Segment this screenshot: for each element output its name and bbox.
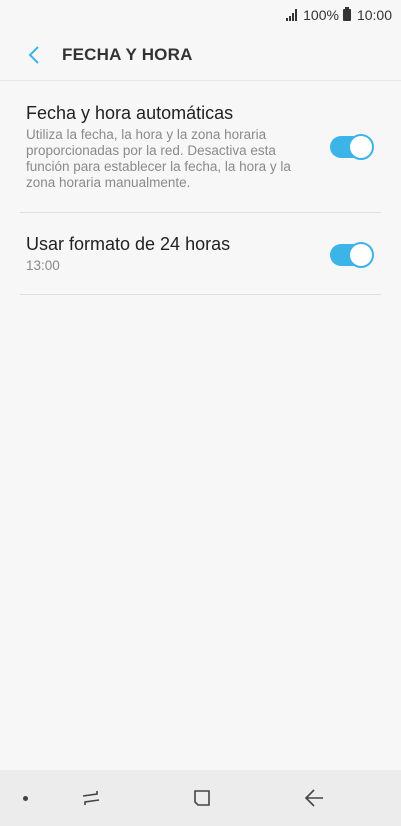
setting-title: Fecha y hora automáticas <box>26 102 234 123</box>
back-nav-button[interactable] <box>294 778 334 818</box>
setting-24-hour-format[interactable]: Usar formato de 24 horas 13:00 <box>20 213 381 295</box>
toggle-knob <box>348 242 374 268</box>
battery-icon <box>342 7 351 21</box>
back-button[interactable] <box>14 35 54 75</box>
dot-icon <box>23 796 28 801</box>
setting-title: Usar formato de 24 horas <box>26 233 231 254</box>
24-hour-format-toggle[interactable] <box>330 242 374 268</box>
toggle-knob <box>348 134 374 160</box>
setting-text: Fecha y hora automáticas Utiliza la fech… <box>20 103 316 191</box>
chevron-left-icon <box>28 46 39 64</box>
setting-description: 13:00 <box>26 257 60 273</box>
setting-text: Usar formato de 24 horas 13:00 <box>20 234 316 274</box>
home-button[interactable] <box>182 778 222 818</box>
status-bar: 100% 10:00 <box>0 0 401 30</box>
setting-automatic-date-time[interactable]: Fecha y hora automáticas Utiliza la fech… <box>20 81 381 213</box>
recents-button[interactable] <box>71 778 111 818</box>
app-header: FECHA Y HORA <box>0 30 401 80</box>
home-icon <box>194 790 210 806</box>
setting-description: Utiliza la fecha, la hora y la zona hora… <box>26 126 291 190</box>
automatic-date-time-toggle[interactable] <box>330 134 374 160</box>
recents-icon <box>82 791 100 805</box>
page-title: FECHA Y HORA <box>62 45 193 64</box>
signal-icon <box>286 9 298 21</box>
navigation-bar <box>0 770 401 826</box>
back-arrow-icon <box>304 789 323 807</box>
battery-percent: 100% <box>303 7 339 23</box>
status-time: 10:00 <box>356 7 392 23</box>
settings-list: Fecha y hora automáticas Utiliza la fech… <box>0 81 401 295</box>
